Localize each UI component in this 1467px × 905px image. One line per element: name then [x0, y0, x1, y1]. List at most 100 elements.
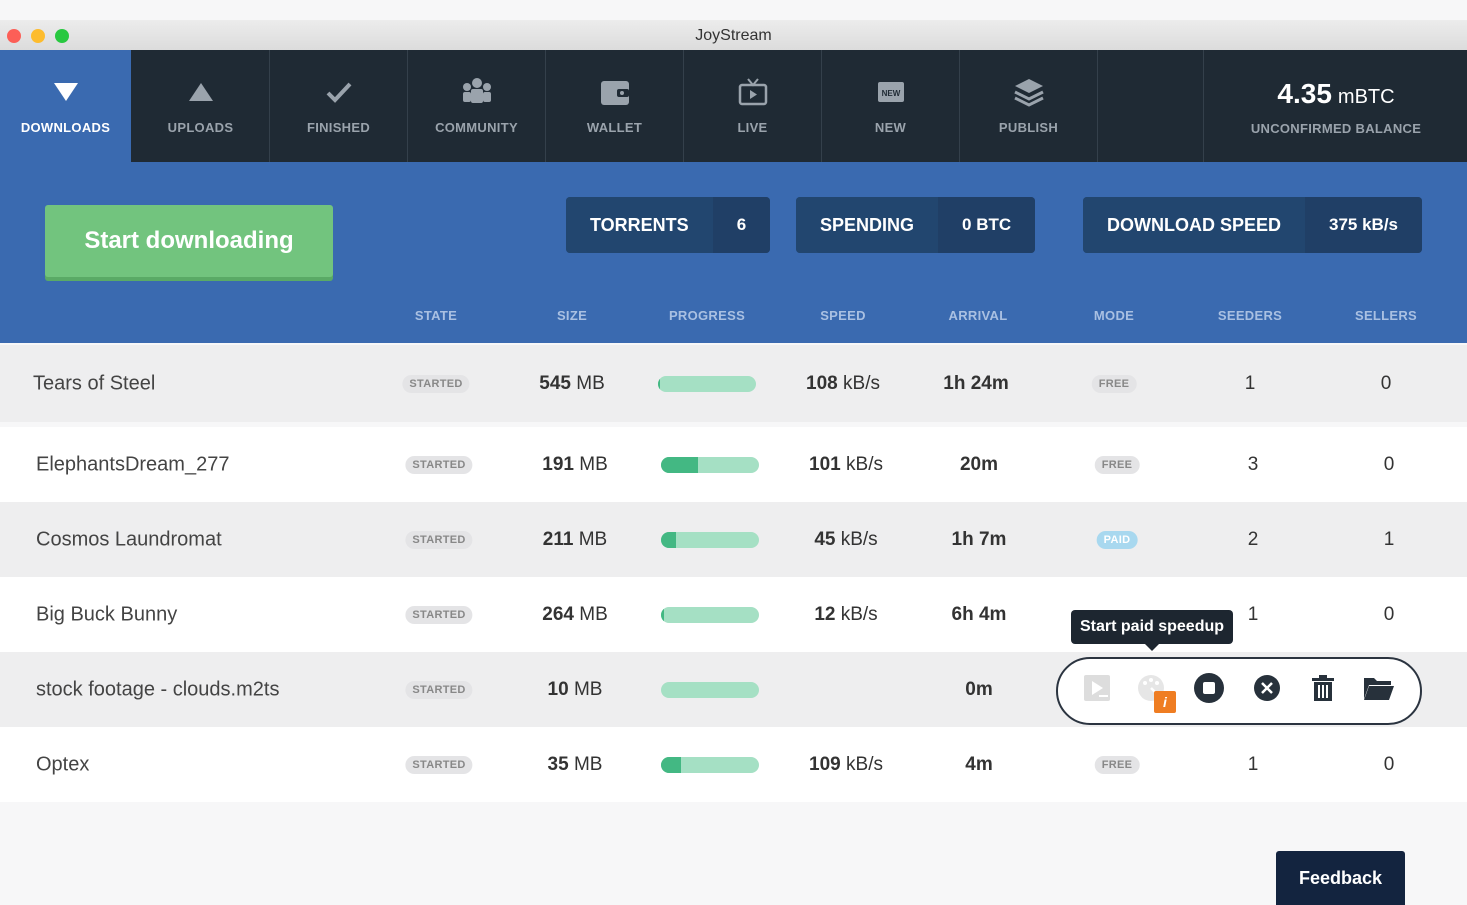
speed-value: 108 [806, 372, 838, 394]
cancel-icon [1253, 674, 1281, 707]
tab-label: UPLOADS [167, 120, 234, 135]
paid-speedup-icon: i [1136, 673, 1176, 713]
size-value: 191 [542, 453, 574, 475]
mode-badge: FREE [1091, 374, 1137, 393]
tab-label: COMMUNITY [435, 120, 518, 135]
size-unit: MB [579, 603, 608, 625]
progress-fill [658, 375, 660, 392]
speed-unit: kB/s [840, 603, 878, 625]
torrent-name: Optex [36, 753, 90, 775]
progress-bar [661, 756, 759, 773]
tab-community[interactable]: COMMUNITY [408, 50, 546, 162]
state-badge: STARTED [405, 455, 473, 474]
triangle-up-icon [132, 76, 269, 108]
progress-bar [658, 375, 756, 392]
size-cell: 191 MB [542, 454, 607, 476]
mode-badge: FREE [1094, 455, 1140, 474]
paid-speedup-button[interactable]: i [1136, 673, 1176, 713]
torrents-stat: TORRENTS 6 [566, 197, 771, 253]
tab-wallet[interactable]: WALLET [546, 50, 684, 162]
delete-button[interactable] [1306, 673, 1340, 707]
cancel-button[interactable] [1250, 673, 1284, 707]
top-navigation: DOWNLOADS UPLOADS FINISHED COMMUNITY WAL… [0, 50, 1467, 162]
column-header-speed[interactable]: SPEED [820, 308, 866, 323]
stat-value: 0 BTC [938, 197, 1036, 253]
downloads-panel: Start downloading TORRENTS 6 SPENDING 0 … [0, 162, 1467, 343]
balance-amount: 4.35 mBTC [1204, 78, 1467, 110]
column-header-mode[interactable]: MODE [1094, 308, 1134, 323]
table-row[interactable]: Big Buck Bunny STARTED 264 MB 12 kB/s 6h… [0, 577, 1467, 652]
title-bar: JoyStream [0, 20, 1467, 51]
sellers-cell: 0 [1383, 603, 1395, 625]
stop-button[interactable] [1192, 672, 1226, 707]
speed-unit: kB/s [846, 753, 883, 775]
size-unit: MB [573, 753, 603, 775]
column-header-progress[interactable]: PROGRESS [669, 308, 745, 323]
seeders-cell: 1 [1244, 372, 1256, 394]
seeders-cell: 1 [1247, 753, 1259, 775]
column-header-arrival[interactable]: ARRIVAL [949, 308, 1008, 323]
column-header-state[interactable]: STATE [415, 308, 457, 323]
size-value: 10 [547, 678, 569, 700]
progress-fill [661, 606, 664, 623]
table-row[interactable]: Optex STARTED 35 MB 109 kB/s 4m FREE 1 0 [0, 727, 1467, 802]
column-header-size[interactable]: SIZE [557, 308, 587, 323]
balance-label: UNCONFIRMED BALANCE [1250, 121, 1422, 136]
torrent-name: ElephantsDream_277 [36, 453, 230, 475]
progress-fill [661, 531, 676, 548]
tab-label: NEW [874, 120, 907, 135]
arrival-cell: 20m [959, 453, 999, 475]
tab-finished[interactable]: FINISHED [270, 50, 408, 162]
column-header-seeders[interactable]: SEEDERS [1218, 308, 1282, 323]
arrival-cell: 6h 4m [951, 603, 1007, 625]
speed-value: 109 [809, 753, 841, 775]
size-unit: MB [579, 453, 608, 475]
progress-fill [661, 756, 681, 773]
speed-value: 45 [814, 528, 836, 550]
size-value: 545 [539, 372, 571, 394]
arrival-cell: 4m [965, 753, 993, 775]
mode-badge: PAID [1096, 530, 1138, 549]
sellers-cell: 0 [1383, 753, 1395, 775]
seeders-cell: 3 [1247, 453, 1259, 475]
state-badge: STARTED [405, 755, 473, 774]
progress-bar [661, 531, 759, 548]
table-row[interactable]: ElephantsDream_277 STARTED 191 MB 101 kB… [0, 427, 1467, 502]
open-folder-button[interactable] [1362, 673, 1396, 707]
start-downloading-button[interactable]: Start downloading [45, 205, 333, 277]
balance-value: 4.35 [1277, 78, 1332, 109]
stat-label: DOWNLOAD SPEED [1083, 197, 1306, 253]
table-row[interactable]: Tears of Steel STARTED 545 MB 108 kB/s 1… [0, 345, 1467, 422]
size-cell: 10 MB [548, 679, 603, 701]
tab-publish[interactable]: PUBLISH [960, 50, 1098, 162]
size-unit: MB [573, 678, 603, 700]
stream-icon [1082, 673, 1112, 708]
tab-uploads[interactable]: UPLOADS [132, 50, 270, 162]
feedback-button[interactable]: Feedback [1276, 851, 1405, 905]
tab-new[interactable]: NEW NEW [822, 50, 960, 162]
tv-icon [684, 76, 821, 108]
svg-text:NEW: NEW [881, 89, 900, 98]
tab-label: FINISHED [306, 120, 371, 135]
arrival-cell: 1h 24m [943, 372, 1009, 394]
seeders-cell: 2 [1247, 528, 1259, 550]
tab-downloads[interactable]: DOWNLOADS [0, 50, 131, 162]
community-icon [408, 76, 545, 108]
arrival-cell: 1h 7m [951, 528, 1007, 550]
triangle-down-icon [0, 76, 131, 108]
tab-live[interactable]: LIVE [684, 50, 822, 162]
table-row[interactable]: Cosmos Laundromat STARTED 211 MB 45 kB/s… [0, 502, 1467, 577]
tab-label: PUBLISH [998, 120, 1059, 135]
tab-label: LIVE [737, 120, 768, 135]
tooltip: Start paid speedup [1071, 610, 1234, 651]
speed-cell: 45 kB/s [814, 529, 877, 551]
stream-button[interactable] [1080, 673, 1114, 707]
size-cell: 35 MB [548, 754, 603, 776]
speed-cell: 108 kB/s [806, 373, 880, 395]
column-header-sellers[interactable]: SELLERS [1355, 308, 1417, 323]
size-value: 211 [542, 528, 574, 550]
stat-label: SPENDING [796, 197, 939, 253]
speed-value: 101 [809, 453, 841, 475]
size-cell: 545 MB [539, 373, 604, 395]
wallet-icon [546, 76, 683, 108]
